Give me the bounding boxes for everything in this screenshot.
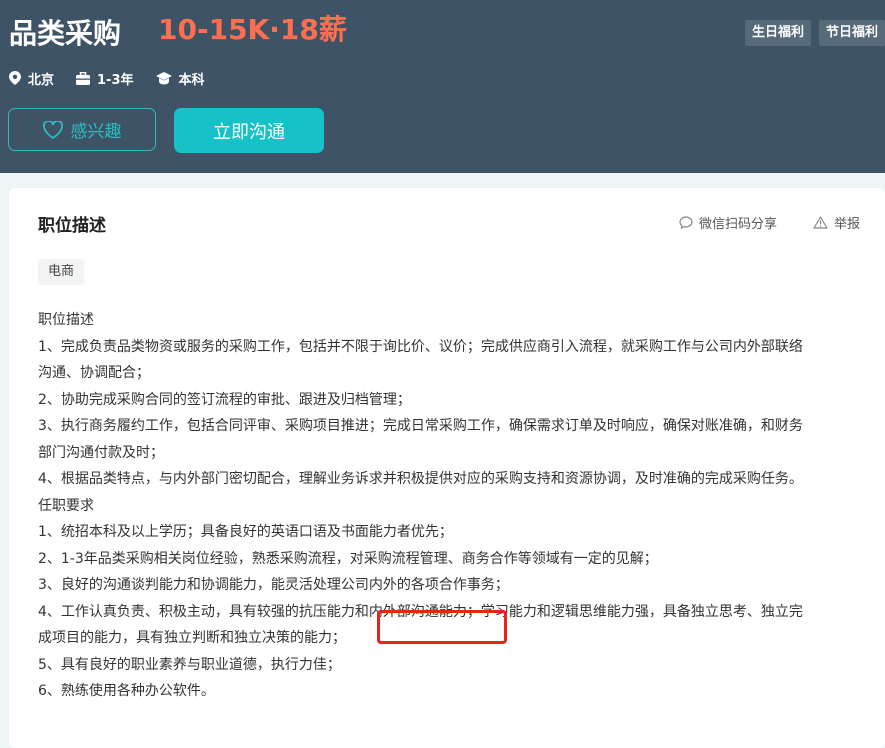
warning-triangle-icon <box>813 216 828 229</box>
description-line: 3、执行商务履约工作，包括合同评审、采购项目推进；完成日常采购工作，确保需求订单… <box>38 418 803 434</box>
category-tag: 电商 <box>38 259 85 285</box>
description-line: 部门沟通付款及时； <box>38 444 164 461</box>
interest-button-label: 感兴趣 <box>70 122 122 142</box>
chat-now-button[interactable]: 立即沟通 <box>174 108 324 153</box>
benefit-tags: 生日福利 节日福利 <box>744 20 885 46</box>
wechat-share-link[interactable]: 微信扫码分享 <box>679 213 777 232</box>
job-header: 品类采购 10-15K·18薪 生日福利 节日福利 北京 1-3年 本科 感兴趣… <box>0 0 885 173</box>
job-description-card: 职位描述 微信扫码分享 举报 电商 职位描述 1、完成负责品类物资或服务的采购工… <box>9 188 885 748</box>
meta-experience-text: 1-3年 <box>97 72 134 88</box>
benefit-tag: 生日福利 <box>744 20 811 46</box>
location-pin-icon <box>9 71 21 85</box>
description-line: 2、协助完成采购合同的签订流程的审批、跟进及归档管理； <box>38 391 411 408</box>
graduation-cap-icon <box>155 71 172 84</box>
description-line: 职位描述 <box>38 312 94 328</box>
benefit-tag: 节日福利 <box>818 20 885 46</box>
chat-bubble-icon <box>679 216 693 229</box>
job-meta: 北京 1-3年 本科 <box>9 68 227 88</box>
heart-icon <box>42 120 63 139</box>
description-line: 5、具有良好的职业素养与职业道德，执行力佳； <box>38 656 341 673</box>
report-link[interactable]: 举报 <box>813 213 860 232</box>
section-title: 职位描述 <box>38 216 106 236</box>
description-line: 6、熟练使用各种办公软件。 <box>38 683 215 699</box>
highlight-box <box>377 610 507 644</box>
meta-location: 北京 <box>9 68 54 88</box>
description-line: 2、1-3年品类采购相关岗位经验，熟悉采购流程，对采购流程管理、商务合作等领域有… <box>38 550 658 567</box>
description-line: 1、完成负责品类物资或服务的采购工作，包括并不限于询比价、议价；完成供应商引入流… <box>38 338 803 355</box>
briefcase-icon <box>76 71 91 85</box>
meta-location-text: 北京 <box>28 72 55 88</box>
description-line: 4、根据品类特点，与内外部门密切配合，理解业务诉求并积极提供对应的采购支持和资源… <box>38 471 803 487</box>
meta-education: 本科 <box>155 68 205 88</box>
job-description-text: 职位描述 1、完成负责品类物资或服务的采购工作，包括并不限于询比价、议价；完成供… <box>38 307 868 705</box>
meta-experience: 1-3年 <box>76 68 134 88</box>
share-label: 微信扫码分享 <box>699 217 778 232</box>
description-line: 1、统招本科及以上学历；具备良好的英语口语及书面能力者优先； <box>38 524 453 540</box>
description-line: 沟通、协调配合； <box>38 365 150 381</box>
description-line: 3、良好的沟通谈判能力和协调能力，能灵活处理公司内外的各项合作事务； <box>38 577 509 593</box>
report-label: 举报 <box>834 217 861 232</box>
interest-button[interactable]: 感兴趣 <box>8 108 156 151</box>
job-title: 品类采购 <box>9 17 122 50</box>
meta-education-text: 本科 <box>178 72 205 88</box>
salary: 10-15K·18薪 <box>158 13 347 46</box>
description-line: 任职要求 <box>38 497 94 514</box>
